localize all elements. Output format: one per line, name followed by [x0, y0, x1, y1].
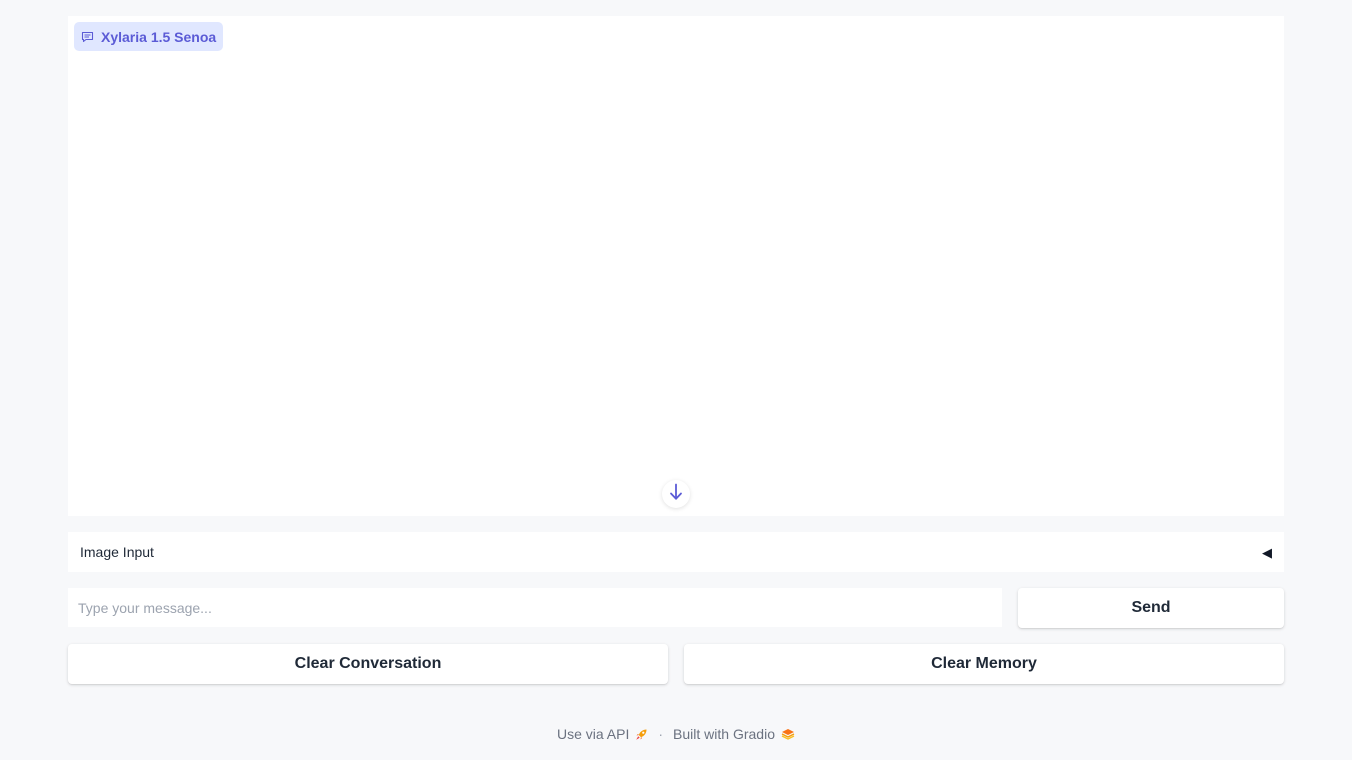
chatbot-label: Xylaria 1.5 Senoa: [101, 28, 217, 45]
arrow-down-icon: [669, 483, 683, 506]
message-input[interactable]: [68, 588, 1002, 627]
chat-bubble-icon: [81, 31, 94, 43]
footer: Use via API · Built with Gradio: [0, 724, 1352, 744]
scroll-to-bottom-button[interactable]: [662, 480, 690, 508]
image-input-accordion[interactable]: Image Input ◀: [68, 532, 1284, 572]
use-via-api-label: Use via API: [557, 726, 630, 742]
clear-memory-button[interactable]: Clear Memory: [684, 644, 1284, 684]
clear-conversation-button[interactable]: Clear Conversation: [68, 644, 668, 684]
gradio-logo-icon: [781, 728, 795, 740]
image-input-label: Image Input: [80, 544, 154, 560]
footer-separator: ·: [658, 726, 664, 742]
app-root: Xylaria 1.5 Senoa Image Input ◀ Send Cle…: [0, 0, 1352, 760]
chatbot-panel: Xylaria 1.5 Senoa: [68, 16, 1284, 516]
built-with-gradio-link[interactable]: Built with Gradio: [673, 726, 795, 742]
built-with-gradio-label: Built with Gradio: [673, 726, 775, 742]
rocket-icon: [635, 728, 648, 741]
use-via-api-link[interactable]: Use via API: [557, 726, 648, 742]
chatbot-label-badge: Xylaria 1.5 Senoa: [74, 22, 224, 51]
caret-left-icon: ◀: [1262, 544, 1272, 560]
send-button[interactable]: Send: [1018, 588, 1284, 628]
